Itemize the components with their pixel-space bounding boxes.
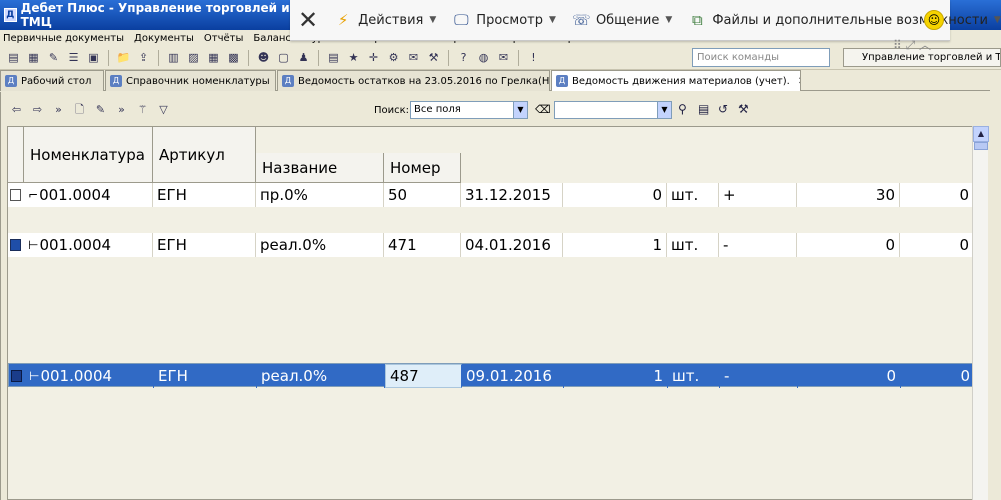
phone-chat-icon: ☏ [571,11,591,29]
column-header-name[interactable]: Название [256,153,384,183]
row-type-icon: ⊢ [28,238,39,252]
tab-desktop[interactable]: Д Рабочий стол [0,70,104,91]
person-icon[interactable]: ♟ [296,50,311,65]
menu-documents[interactable]: Документы [134,33,194,44]
new-document-icon[interactable]: 🗋 [72,102,87,117]
wand-icon[interactable]: ⚚ [135,102,150,117]
column-header-nomenclature[interactable]: Номенклатура [24,127,153,183]
menu-primary-docs[interactable]: Первичные документы [3,33,124,44]
clipboard-icon[interactable]: ▣ [86,50,101,65]
title-bar: Д Дебет Плюс - Управление торговлей и ТМ… [0,0,290,30]
envelope-icon[interactable]: ✉ [496,50,511,65]
export-icon[interactable]: ⇪ [136,50,151,65]
tab-material-movement[interactable]: Д Ведомость движения материалов (учет). … [551,70,801,91]
tab-nomenclature[interactable]: Д Справочник номенклатуры [105,70,276,91]
tab-icon: Д [5,75,17,87]
document-tabs: Д Рабочий стол Д Справочник номенклатуры… [0,70,990,91]
row-type-icon: ⌐ [28,188,39,202]
view-menu-button[interactable]: 🖵 Просмотр ▼ [444,0,564,41]
crosshair-icon[interactable]: ✛ [366,50,381,65]
main-toolbar: ▤ ▦ ✎ ☰ ▣ 📁 ⇪ ▥ ▨ ▦ ▩ ☻ ▢ ♟ ▤ ★ ✛ ⚙ ✉ ⚒ … [0,46,1001,70]
tab-icon: Д [282,75,294,87]
row-marker[interactable] [11,370,22,382]
puzzle-icon: ⧉ [691,11,703,29]
search-label: Поиск: [374,105,410,116]
stamp-icon[interactable]: ▢ [276,50,291,65]
database-icon[interactable]: ▤ [6,50,21,65]
filter-icon[interactable]: ▽ [156,102,171,117]
window-title: Дебет Плюс - Управление торговлей и ТМЦ [20,1,290,29]
open-icon[interactable]: ▦ [26,50,41,65]
chevron-down-icon: ▼ [665,15,673,25]
table-row[interactable]: ⌐ 001.0004 ЕГН пр.0% 50 31.12.2015 0 шт. … [8,183,972,207]
close-tab-icon[interactable]: ✕ [798,76,800,87]
column-header-number[interactable]: Номер [384,153,461,183]
table-row[interactable]: ⊢ 001.0004 ЕГН реал.0% 471 04.01.2016 1 ш… [8,233,972,257]
search-input[interactable]: ▼ [554,101,672,119]
row-type-icon: ⊢ [29,369,40,383]
chart-icon[interactable]: ▥ [166,50,181,65]
communication-menu-button[interactable]: ☏ Общение ▼ [564,0,680,41]
movement-grid: Номенклатура Артикул Название Номер ⌐ 001… [7,126,973,500]
smiley-icon[interactable]: ☺ [924,10,944,30]
overflow-icon[interactable]: » [114,102,129,117]
row-marker[interactable] [10,239,21,251]
globe-icon[interactable]: ◍ [476,50,491,65]
chevron-down-icon: ▼ [429,15,437,25]
gear-icon[interactable]: ⚙ [386,50,401,65]
register-icon[interactable]: ▤ [326,50,341,65]
actions-menu-button[interactable]: ⚡ Действия ▼ [326,0,444,41]
chevron-down-icon: ▼ [513,102,527,118]
table-row-selected[interactable]: ⊢ 001.0004 ЕГН реал.0% 487 09.01.2016 1 ш… [8,363,972,388]
binoculars-icon[interactable]: ⚲ [678,102,687,116]
report-panel: ⇦ ⇨ » 🗋 ✎ » ⚚ ▽ Поиск: Все поля ▼ ⌫ ▼ ⚲ … [0,92,990,500]
app-icon: Д [4,8,17,22]
overflow-icon[interactable]: » [51,102,66,117]
lightning-icon: ⚡ [337,11,349,29]
mail-icon[interactable]: ✉ [406,50,421,65]
grid-icon[interactable]: ▤ [698,102,709,116]
star-icon[interactable]: ★ [346,50,361,65]
eraser-icon[interactable]: ⌫ [535,103,551,116]
warning-icon[interactable]: ! [526,50,541,65]
search-field-select[interactable]: Все поля ▼ [410,101,528,119]
command-search-input[interactable]: Поиск команды [692,48,830,67]
vertical-scrollbar[interactable]: ▲ [972,126,989,500]
hammer-icon[interactable]: ⚒ [738,102,749,116]
scroll-up-icon[interactable]: ▲ [973,126,989,142]
chevron-down-icon: ▼ [993,15,1001,25]
tab-icon: Д [110,75,122,87]
edit-icon[interactable]: ✎ [46,50,61,65]
user-icon[interactable]: ☻ [256,50,271,65]
undo-icon[interactable]: ↺ [718,102,728,116]
chevron-down-icon: ▼ [549,15,556,25]
menu-balance[interactable]: Баланс [253,33,291,44]
actions-ribbon: ✕ ⚡ Действия ▼ 🖵 Просмотр ▼ ☏ Общение ▼ … [290,0,1001,41]
image-icon[interactable]: ▨ [186,50,201,65]
folder-icon[interactable]: 📁 [116,50,131,65]
row-marker[interactable] [10,189,21,201]
table-icon[interactable]: ▦ [206,50,221,65]
scroll-thumb[interactable] [974,142,988,150]
menu-reports[interactable]: Отчёты [204,33,243,44]
calculator-icon[interactable]: ▩ [226,50,241,65]
close-icon[interactable]: ✕ [290,6,326,34]
files-menu-button[interactable]: ⧉ Файлы и дополнительные возможности ▼ [680,0,1001,41]
focused-cell[interactable]: 487 [385,364,462,388]
grip-icon[interactable]: ⠿ ⤢ ︿ [893,36,931,53]
list-icon[interactable]: ☰ [66,50,81,65]
back-arrow-icon[interactable]: ⇦ [9,102,24,117]
app-window: Д Дебет Плюс - Управление торговлей и ТМ… [0,0,1001,500]
tab-icon: Д [556,75,568,87]
tools-icon[interactable]: ⚒ [426,50,441,65]
help-icon[interactable]: ? [456,50,471,65]
edit-document-icon[interactable]: ✎ [93,102,108,117]
chevron-down-icon: ▼ [657,102,671,118]
tab-stock-balance[interactable]: Д Ведомость остатков на 23.05.2016 по Гр… [277,70,550,91]
column-header-article[interactable]: Артикул [153,127,256,183]
forward-arrow-icon[interactable]: ⇨ [30,102,45,117]
monitor-icon: 🖵 [454,11,469,29]
